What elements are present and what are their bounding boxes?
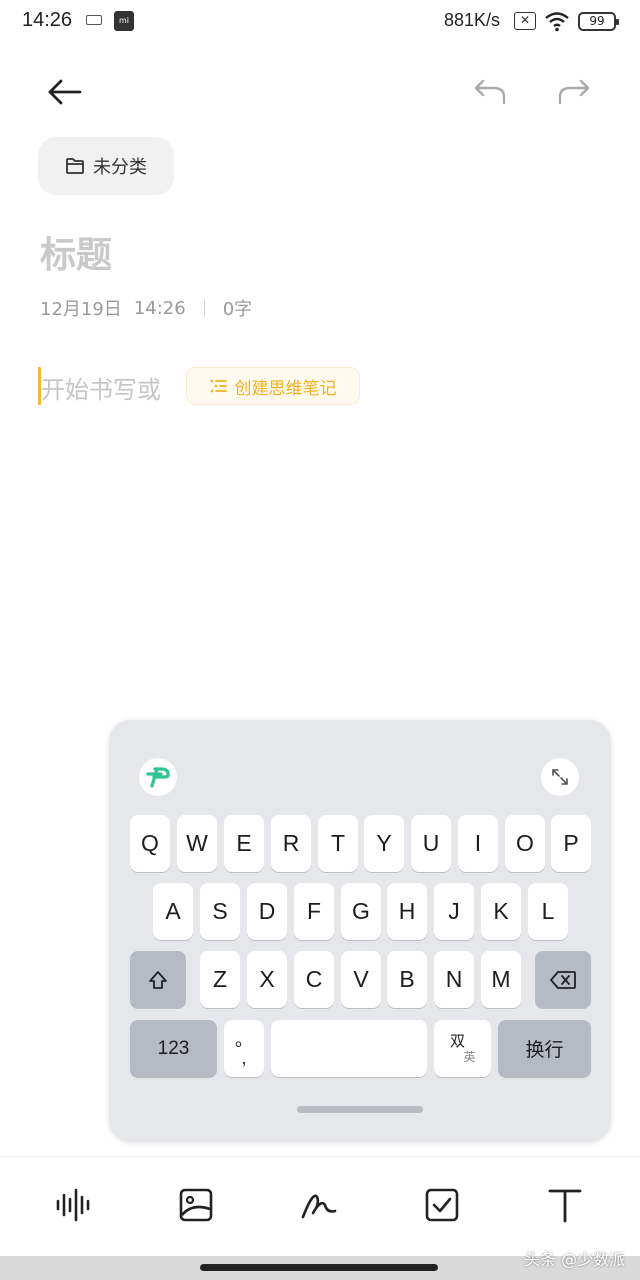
backspace-icon xyxy=(550,970,576,989)
key-k[interactable]: K xyxy=(481,883,521,940)
key-s[interactable]: S xyxy=(200,883,240,940)
key-n[interactable]: N xyxy=(434,951,474,1008)
wifi-icon xyxy=(544,10,570,36)
key-u[interactable]: U xyxy=(411,815,451,872)
category-chip[interactable]: 未分类 xyxy=(38,137,174,195)
key-y[interactable]: Y xyxy=(364,815,404,872)
punct-bottom: , xyxy=(241,1047,247,1068)
redo-button[interactable] xyxy=(552,70,596,114)
note-body-input[interactable]: 开始书写或 xyxy=(41,370,161,405)
keyboard-logo-button[interactable] xyxy=(139,758,177,796)
keyboard-expand-button[interactable] xyxy=(541,758,579,796)
mi-app-icon: mi xyxy=(114,11,134,31)
status-bar: 14:26 mi 881K/s ✕ 99 xyxy=(0,0,640,44)
redo-icon xyxy=(558,79,590,105)
note-title-input[interactable]: 标题 xyxy=(40,226,112,278)
handwriting-button[interactable] xyxy=(297,1183,341,1227)
shift-key[interactable] xyxy=(130,951,186,1008)
key-d[interactable]: D xyxy=(247,883,287,940)
key-j[interactable]: J xyxy=(434,883,474,940)
watermark: 头条 @少数派 xyxy=(524,1250,626,1269)
key-b[interactable]: B xyxy=(387,951,427,1008)
voice-button[interactable] xyxy=(52,1183,96,1227)
lang-top: 双 xyxy=(449,1032,465,1050)
key-f[interactable]: F xyxy=(294,883,334,940)
status-time: 14:26 xyxy=(22,9,73,31)
battery-icon: 99 xyxy=(578,12,619,31)
space-key[interactable] xyxy=(271,1020,427,1077)
key-c[interactable]: C xyxy=(294,951,334,1008)
keyboard-logo-icon xyxy=(146,767,170,788)
image-icon xyxy=(179,1188,213,1222)
punct-top: 。 xyxy=(235,1029,253,1050)
lang-bottom: 英 xyxy=(463,1049,476,1064)
key-a[interactable]: A xyxy=(153,883,193,940)
key-z[interactable]: Z xyxy=(200,951,240,1008)
network-speed: 881K/s xyxy=(444,10,501,30)
folder-icon xyxy=(66,158,84,174)
category-label: 未分类 xyxy=(93,157,147,178)
voice-wave-icon xyxy=(56,1188,90,1222)
note-char-count: 0字 xyxy=(222,299,253,320)
note-date: 12月19日 xyxy=(40,299,122,320)
list-icon xyxy=(210,379,227,393)
keyboard-drag-handle[interactable] xyxy=(297,1106,423,1113)
meta-divider xyxy=(203,299,205,317)
key-h[interactable]: H xyxy=(387,883,427,940)
mindmap-label: 创建思维笔记 xyxy=(234,378,337,399)
key-l[interactable]: L xyxy=(528,883,568,940)
back-arrow-icon xyxy=(48,79,82,105)
key-i[interactable]: I xyxy=(458,815,498,872)
key-r[interactable]: R xyxy=(271,815,311,872)
backspace-key[interactable] xyxy=(535,951,591,1008)
key-w[interactable]: W xyxy=(177,815,217,872)
back-button[interactable] xyxy=(42,70,86,114)
shift-icon xyxy=(149,970,167,989)
enter-key[interactable]: 换行 xyxy=(498,1020,591,1077)
undo-button[interactable] xyxy=(468,70,512,114)
key-m[interactable]: M xyxy=(481,951,521,1008)
key-q[interactable]: Q xyxy=(130,815,170,872)
key-v[interactable]: V xyxy=(341,951,381,1008)
text-format-button[interactable] xyxy=(543,1183,587,1227)
floating-keyboard: Q W E R T Y U I O P A S D F G H J K L Z … xyxy=(109,720,611,1142)
home-indicator[interactable] xyxy=(200,1264,438,1271)
key-x[interactable]: X xyxy=(247,951,287,1008)
bottom-toolbar xyxy=(0,1156,640,1256)
key-t[interactable]: T xyxy=(318,815,358,872)
expand-icon xyxy=(552,769,568,785)
no-sim-icon: ✕ xyxy=(514,12,536,30)
undo-icon xyxy=(474,79,506,105)
insert-image-button[interactable] xyxy=(174,1183,218,1227)
punctuation-key[interactable]: 。 , xyxy=(224,1020,264,1077)
numbers-key[interactable]: 123 xyxy=(130,1020,217,1077)
language-switch-key[interactable]: 双 英 xyxy=(434,1020,491,1077)
handwriting-icon xyxy=(301,1194,337,1219)
note-time: 14:26 xyxy=(133,297,186,319)
key-g[interactable]: G xyxy=(341,883,381,940)
checklist-button[interactable] xyxy=(420,1183,464,1227)
keyboard-indicator-icon xyxy=(86,15,102,25)
create-mindmap-button[interactable]: 创建思维笔记 xyxy=(186,367,360,405)
key-o[interactable]: O xyxy=(505,815,545,872)
note-meta: 12月19日 14:26 0字 xyxy=(40,295,252,321)
checkbox-icon xyxy=(425,1188,459,1222)
key-p[interactable]: P xyxy=(551,815,591,872)
text-format-icon xyxy=(548,1189,582,1223)
key-e[interactable]: E xyxy=(224,815,264,872)
